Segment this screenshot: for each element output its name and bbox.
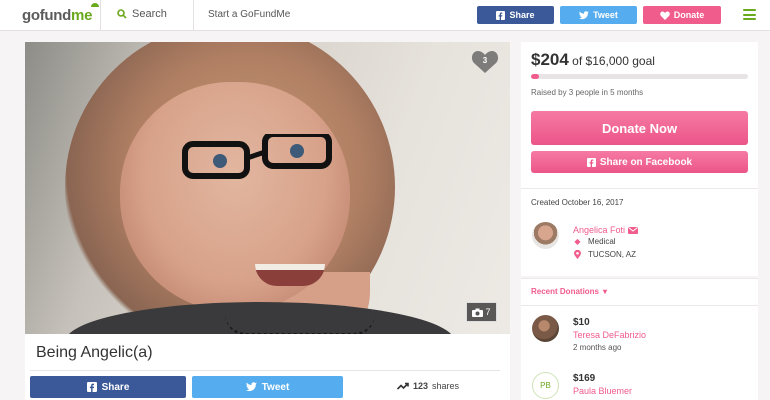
organizer-name-link[interactable]: Angelica Foti	[573, 225, 639, 235]
donor-avatar: PB	[532, 372, 559, 399]
share-count: 123 shares	[397, 381, 459, 391]
facebook-icon	[496, 10, 506, 20]
photo-count: 7	[485, 307, 491, 317]
organizer-avatar[interactable]	[532, 222, 559, 249]
facebook-icon	[586, 157, 596, 167]
header-tweet-label: Tweet	[593, 10, 618, 20]
logo-text-fund: fund	[39, 7, 72, 24]
tweet-button[interactable]: Tweet	[192, 376, 343, 398]
progress-bar	[531, 74, 748, 79]
raised-by-text: Raised by 3 people in 5 months	[531, 88, 644, 97]
organizer-location: TUCSON, AZ	[573, 250, 636, 259]
donor-name: Teresa DeFabrizio	[573, 330, 647, 340]
heart-icon	[659, 11, 670, 20]
logo-sun-icon	[91, 3, 99, 7]
location-pin-icon	[574, 250, 581, 259]
donation-amount: $169	[573, 373, 596, 384]
donor-avatar	[532, 315, 559, 342]
tag-icon: ◆	[574, 237, 581, 246]
logo-text-me: me	[71, 7, 93, 24]
progress-fill	[531, 74, 539, 79]
menu-icon[interactable]	[743, 9, 756, 20]
trending-icon	[397, 382, 409, 390]
donate-now-button[interactable]: Donate Now	[531, 111, 748, 145]
tweet-label: Tweet	[261, 381, 290, 393]
recent-donations-dropdown[interactable]: Recent Donations ▾	[531, 287, 607, 296]
site-header: gofundme Search Start a GoFundMe Share T…	[0, 0, 770, 31]
share-on-facebook-button[interactable]: Share on Facebook	[531, 151, 748, 173]
shares-count: 123	[413, 381, 429, 391]
amount-raised: $204 of $16,000 goal	[531, 50, 655, 70]
location-label: TUCSON, AZ	[588, 250, 637, 259]
start-gofundme-link[interactable]: Start a GoFundMe	[208, 9, 290, 20]
donation-amount: $10	[573, 317, 590, 328]
twitter-icon	[245, 382, 257, 392]
chevron-down-icon: ▾	[603, 287, 608, 296]
donor-name: Paula Bluemer	[573, 386, 633, 396]
created-date: Created October 16, 2017	[531, 198, 624, 207]
camera-icon	[472, 308, 484, 317]
recent-donations-label: Recent Donations	[531, 287, 600, 296]
recent-divider	[521, 305, 758, 306]
twitter-icon	[579, 10, 590, 19]
share-label: Share	[101, 381, 130, 393]
envelope-icon[interactable]	[628, 226, 639, 234]
category-label: Medical	[588, 237, 616, 246]
campaign-photo[interactable]	[25, 42, 510, 334]
campaign-title: Being Angelic(a)	[36, 344, 153, 361]
header-tweet-button[interactable]: Tweet	[560, 6, 637, 24]
share-on-facebook-label: Share on Facebook	[599, 156, 693, 168]
search-icon	[117, 9, 127, 19]
donation-time: 2 months ago	[573, 343, 622, 352]
search-link[interactable]: Search	[117, 8, 167, 20]
heart-count: 3	[482, 56, 488, 65]
goal-text: of $16,000 goal	[572, 54, 655, 68]
photo-count-badge[interactable]: 7	[466, 302, 497, 322]
header-facebook-share-button[interactable]: Share	[477, 6, 554, 24]
facebook-share-button[interactable]: Share	[30, 376, 186, 398]
logo-text-go: go	[22, 7, 40, 24]
search-label: Search	[132, 8, 167, 20]
organizer-name: Angelica Foti	[573, 225, 626, 235]
shares-label: shares	[432, 381, 460, 391]
raised-amount: $204	[531, 50, 569, 69]
header-divider	[100, 0, 101, 31]
header-divider	[193, 0, 194, 31]
header-share-label: Share	[509, 10, 535, 20]
title-divider	[30, 370, 500, 371]
header-donate-label: Donate	[673, 10, 705, 20]
header-donate-button[interactable]: Donate	[643, 6, 721, 24]
organizer-category: ◆ Medical	[573, 237, 616, 246]
facebook-icon	[86, 382, 97, 392]
gofundme-logo[interactable]: gofundme	[22, 3, 99, 24]
